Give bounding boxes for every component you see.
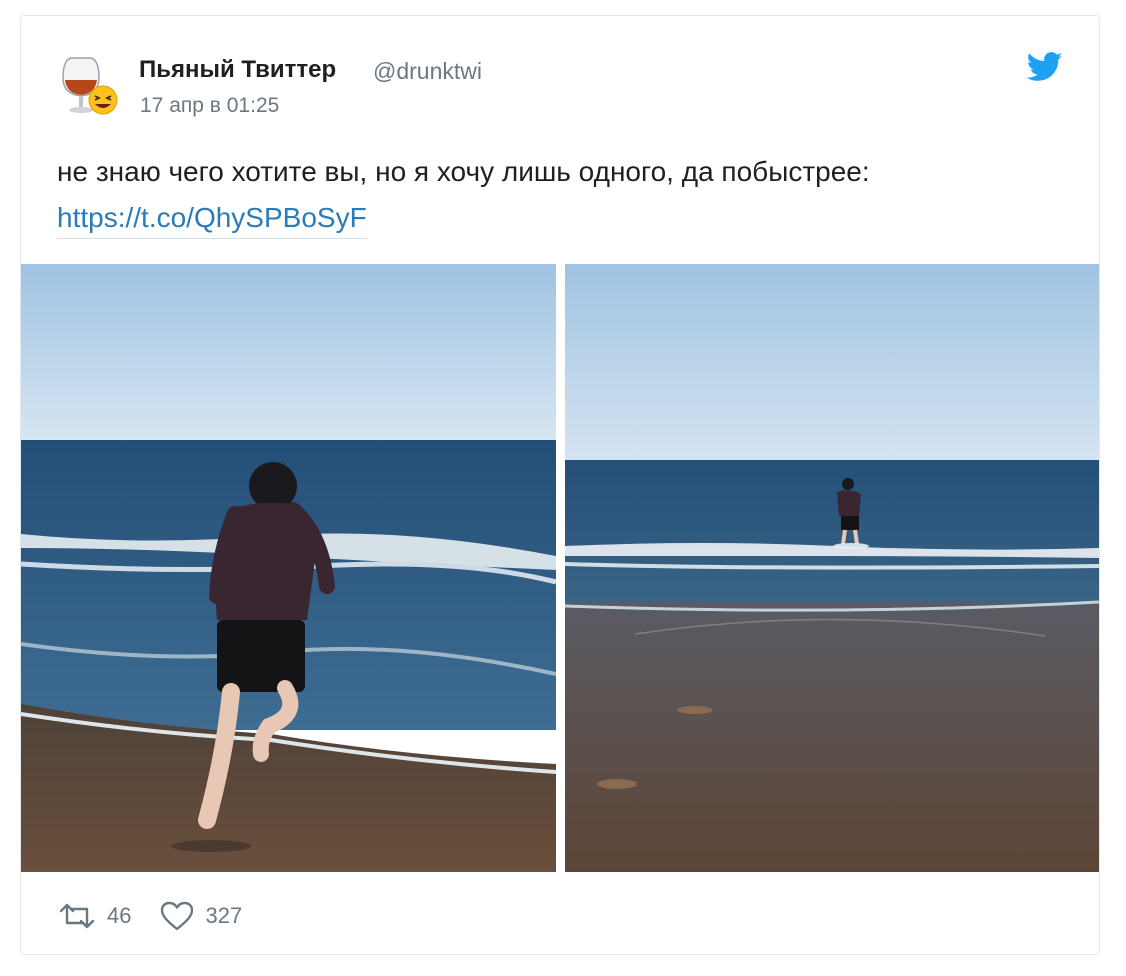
cognac-glass-icon (62, 57, 118, 115)
tweet-link[interactable]: https://t.co/QhySPBoSyF (57, 202, 367, 239)
twitter-bird-icon[interactable] (1026, 52, 1063, 82)
like-count: 327 (205, 903, 243, 928)
author-handle[interactable]: @drunktwi (373, 58, 482, 85)
photo-man-running-into-sea-closeup-icon (21, 264, 556, 872)
media-photo-2[interactable] (565, 264, 1099, 872)
tweet-actions: 46 327 (57, 896, 242, 936)
tweet-card: Пьяный Твиттер @drunktwi 17 апр в 01:25 … (20, 15, 1100, 955)
author-name[interactable]: Пьяный Твиттер (139, 56, 336, 84)
heart-icon (161, 901, 194, 931)
retweet-button[interactable]: 46 (57, 901, 131, 931)
photo-man-in-sea-distance-icon (565, 264, 1099, 872)
avatar[interactable] (57, 50, 121, 118)
retweet-count: 46 (107, 903, 132, 928)
tweet-text: не знаю чего хотите вы, но я хочу лишь о… (57, 156, 870, 187)
retweet-icon (59, 903, 95, 929)
like-button[interactable]: 327 (159, 900, 242, 932)
media-photo-1[interactable] (21, 264, 556, 872)
tweet-timestamp[interactable]: 17 апр в 01:25 (140, 94, 279, 118)
